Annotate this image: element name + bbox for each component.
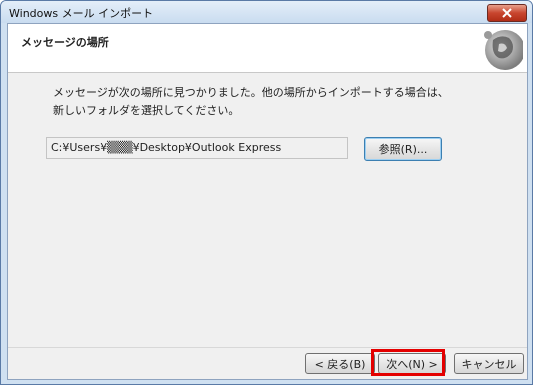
next-button-highlight <box>371 349 445 376</box>
close-icon <box>502 8 512 18</box>
footer-divider <box>8 347 527 348</box>
browse-button[interactable]: 参照(R)... <box>364 137 442 161</box>
cancel-button[interactable]: キャンセル <box>454 353 524 374</box>
wizard-header: メッセージの場所 <box>8 24 527 73</box>
back-button[interactable]: < 戻る(B) <box>305 353 375 374</box>
page-title: メッセージの場所 <box>21 36 109 49</box>
window-title: Windows メール インポート <box>9 7 154 20</box>
globe-icon <box>484 30 523 70</box>
title-bar[interactable]: Windows メール インポート <box>1 1 532 23</box>
dialog-content: メッセージの場所 メッセージが次の場所に見つかりました。他の場所からインポートす… <box>7 23 528 380</box>
close-button[interactable] <box>487 4 527 22</box>
folder-path-field[interactable]: C:¥Users¥▒▒▒¥Desktop¥Outlook Express <box>46 137 348 159</box>
import-dialog-window: Windows メール インポート メッセージの場所 メッセージが次の場所に見つ… <box>0 0 533 385</box>
location-message: メッセージが次の場所に見つかりました。他の場所からインポートする場合は、新しいフ… <box>53 86 449 117</box>
